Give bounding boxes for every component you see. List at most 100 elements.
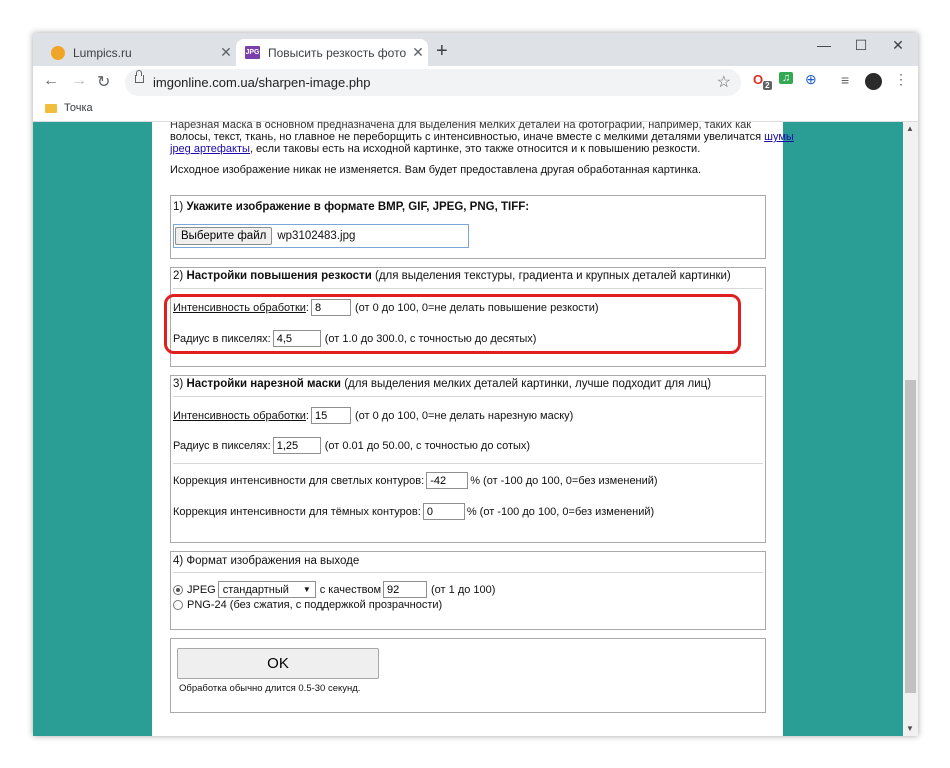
scroll-down-icon[interactable]: ▼ (906, 724, 914, 733)
file-name: wp3102483.jpg (277, 230, 356, 242)
bookmark-star-icon[interactable]: ☆ (717, 72, 731, 92)
section-unsharp-mask: 3) Настройки нарезной маски (для выделен… (170, 375, 766, 543)
divider (173, 396, 763, 397)
divider (173, 288, 763, 289)
dark-contour-hint: % (от -100 до 100, 0=без изменений) (466, 505, 655, 518)
section-subtitle: (для выделения текстуры, градиента и кру… (374, 270, 731, 282)
section-2-title: 2) Настройки повышения резкости (для выд… (173, 270, 731, 282)
mask-radius-input[interactable] (272, 437, 321, 454)
divider (173, 572, 763, 573)
mask-intensity-row: Интенсивность обработки: (от 0 до 100, 0… (173, 407, 573, 424)
section-output-format: 4) Формат изображения на выходе JPEG ста… (170, 551, 766, 630)
intro-line-3: jpeg артефакты, если таковы есть на исхо… (170, 143, 700, 155)
menu-kebab-icon[interactable]: ⋮ (894, 71, 908, 88)
section-title: Укажите изображение в формате BMP, GIF, … (186, 201, 530, 213)
tab-imgonline[interactable]: JPG Повысить резкость фото и нар ✕ (236, 39, 428, 66)
intro-text: , если таковы есть на исходной картинке,… (249, 143, 701, 155)
page-scrollbar[interactable]: ▲ ▼ (903, 122, 918, 736)
jpeg-artifacts-link[interactable]: jpeg артефакты (170, 143, 250, 155)
dropdown-arrow-icon: ▼ (302, 585, 311, 594)
lock-icon (135, 70, 144, 83)
globe-extension-icon[interactable]: ⊕ (805, 71, 817, 88)
mask-radius-label: Радиус в пикселях: (173, 439, 271, 452)
quality-input[interactable] (383, 581, 428, 598)
jpeg-option-row: JPEG стандартный ▼ с качеством (от 1 до 1… (173, 581, 495, 598)
mask-intensity-hint: (от 0 до 100, 0=не делать нарезную маску… (354, 409, 574, 422)
bookmarks-bar: Точка (33, 98, 918, 122)
new-tab-icon[interactable]: + (436, 40, 448, 63)
opera-extension-icon[interactable]: O2 (753, 72, 772, 90)
reading-list-icon[interactable]: ≡ (841, 72, 849, 88)
browser-window: Lumpics.ru ✕ JPG Повысить резкость фото … (33, 33, 918, 736)
intro-line-2: волосы, текст, ткань, но главное не пере… (170, 131, 794, 143)
mask-radius-row: Радиус в пикселях: (от 0.01 до 50.00, с … (173, 437, 530, 454)
dark-contour-input[interactable] (422, 503, 465, 520)
folder-icon (45, 104, 57, 113)
section-number: 3) (173, 378, 184, 390)
forward-arrow-icon[interactable]: → (71, 72, 87, 90)
png-label: PNG-24 (без сжатия, с поддержкой прозрач… (187, 599, 443, 611)
close-tab-icon[interactable]: ✕ (216, 44, 236, 61)
section-title: Настройки нарезной маски (186, 378, 341, 390)
light-contour-hint: % (от -100 до 100, 0=без изменений) (470, 474, 658, 487)
intro-line-4: Исходное изображение никак не изменяется… (170, 164, 702, 176)
divider (173, 463, 763, 464)
browser-toolbar: ← → ↻ imgonline.com.ua/sharpen-image.php… (33, 66, 918, 98)
section-4-title: 4) Формат изображения на выходе (173, 555, 360, 567)
section-3-title: 3) Настройки нарезной маски (для выделен… (173, 378, 711, 390)
close-tab-icon[interactable]: ✕ (408, 44, 428, 61)
back-arrow-icon[interactable]: ← (43, 72, 59, 90)
quality-hint: (от 1 до 100) (431, 583, 496, 596)
light-contour-input[interactable] (426, 472, 469, 489)
close-window-icon[interactable]: ✕ (883, 37, 913, 54)
dark-contour-row: Коррекция интенсивности для тёмных конту… (173, 503, 654, 520)
lumpics-favicon-icon (51, 45, 65, 60)
tab-title: Повысить резкость фото и нар (268, 45, 408, 60)
music-extension-icon[interactable]: ♫ (779, 72, 794, 84)
section-1-title: 1) Укажите изображение в формате BMP, GI… (173, 201, 529, 213)
ok-button[interactable]: OK (177, 648, 379, 679)
light-contour-label: Коррекция интенсивности для светлых конт… (173, 474, 425, 487)
tab-lumpics[interactable]: Lumpics.ru ✕ (41, 39, 236, 66)
mask-intensity-input[interactable] (310, 407, 351, 424)
scroll-up-icon[interactable]: ▲ (906, 124, 914, 133)
noise-link[interactable]: шумы (764, 131, 794, 143)
choose-file-button[interactable]: Выберите файл (175, 227, 273, 245)
section-title: Настройки повышения резкости (186, 270, 372, 282)
section-number: 1) (173, 201, 184, 213)
jpeg-mode-value: стандартный (222, 583, 289, 596)
processing-note: Обработка обычно длится 0.5-30 секунд. (179, 683, 361, 694)
jpg-favicon-icon: JPG (245, 46, 260, 59)
mask-intensity-label: Интенсивность обработки (173, 409, 306, 422)
page-viewport: Нарезная маска в основном предназначена … (33, 122, 903, 736)
url-text: imgonline.com.ua/sharpen-image.php (153, 75, 371, 90)
maximize-icon[interactable]: ☐ (846, 37, 876, 54)
dark-contour-label: Коррекция интенсивности для тёмных конту… (173, 505, 421, 518)
png-option-row: PNG-24 (без сжатия, с поддержкой прозрач… (173, 599, 442, 611)
extension-badge: 2 (763, 80, 772, 90)
profile-avatar[interactable] (865, 73, 882, 90)
intro-text: волосы, текст, ткань, но главное не пере… (170, 131, 762, 143)
tab-strip: Lumpics.ru ✕ JPG Повысить резкость фото … (33, 33, 918, 66)
bookmark-tochka[interactable]: Точка (64, 102, 93, 114)
section-number: 2) (173, 270, 184, 282)
section-submit: OK Обработка обычно длится 0.5-30 секунд… (170, 638, 766, 713)
minimize-icon[interactable]: — (809, 37, 839, 53)
jpeg-mode-select[interactable]: стандартный ▼ (217, 581, 316, 598)
scroll-thumb[interactable] (905, 380, 916, 693)
address-bar[interactable]: imgonline.com.ua/sharpen-image.php ☆ (125, 69, 741, 96)
jpeg-radio[interactable] (173, 584, 183, 595)
file-input[interactable]: Выберите файл wp3102483.jpg (173, 224, 469, 248)
annotation-highlight-frame (164, 294, 741, 354)
mask-radius-hint: (от 0.01 до 50.00, с точностью до сотых) (324, 439, 531, 452)
page-content: Нарезная маска в основном предназначена … (152, 122, 794, 736)
tab-title: Lumpics.ru (73, 45, 132, 60)
section-subtitle: (для выделения мелких деталей картинки, … (344, 378, 712, 390)
reload-icon[interactable]: ↻ (97, 72, 110, 92)
quality-label: с качеством (319, 583, 382, 596)
section-file-input: 1) Укажите изображение в формате BMP, GI… (170, 195, 766, 259)
light-contour-row: Коррекция интенсивности для светлых конт… (173, 472, 658, 489)
intro-line-1: Нарезная маска в основном предназначена … (170, 122, 752, 131)
jpeg-label: JPEG (187, 583, 216, 596)
png-radio[interactable] (173, 600, 183, 610)
